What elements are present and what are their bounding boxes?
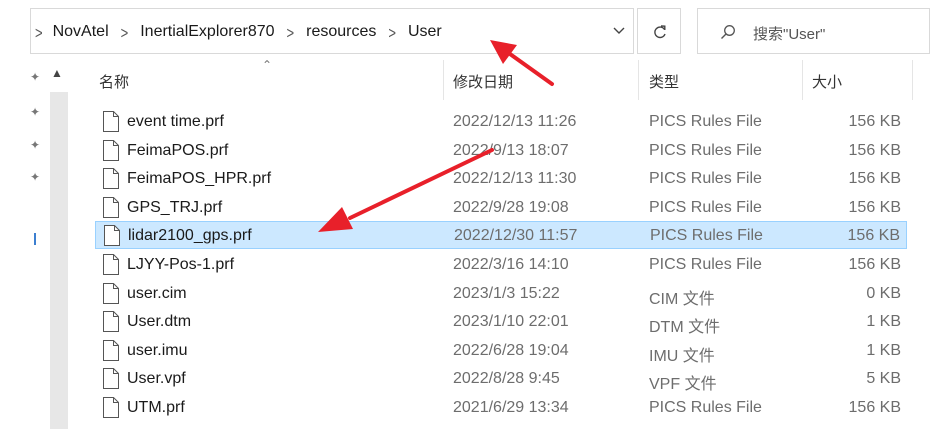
- nav-selection-mark: [34, 233, 36, 245]
- file-type: PICS Rules File: [649, 256, 762, 273]
- file-date: 2022/6/28 19:04: [453, 342, 569, 359]
- file-size: 1 KB: [866, 313, 901, 330]
- file-icon: [103, 311, 119, 332]
- file-icon: [103, 397, 119, 418]
- file-name: lidar2100_gps.prf: [128, 227, 252, 244]
- file-row[interactable]: UTM.prf 2021/6/29 13:34 PICS Rules File …: [95, 394, 907, 422]
- file-date: 2023/1/3 15:22: [453, 285, 560, 302]
- breadcrumb-item-user[interactable]: User: [408, 23, 442, 41]
- search-icon: [721, 25, 735, 39]
- file-date: 2022/8/28 9:45: [453, 370, 560, 387]
- file-type: DTM 文件: [649, 319, 721, 336]
- file-type: PICS Rules File: [650, 227, 763, 244]
- breadcrumb-separator-icon[interactable]: >: [388, 22, 396, 42]
- file-date: 2022/12/13 11:26: [453, 113, 577, 130]
- column-header-type[interactable]: 类型: [649, 60, 679, 102]
- file-type: IMU 文件: [649, 348, 715, 365]
- file-row[interactable]: User.dtm 2023/1/10 22:01 DTM 文件 1 KB: [95, 308, 907, 336]
- file-name: FeimaPOS.prf: [127, 142, 229, 159]
- file-icon: [104, 225, 120, 246]
- file-date: 2022/12/30 11:57: [454, 227, 578, 244]
- column-divider[interactable]: [638, 60, 639, 100]
- column-divider[interactable]: [443, 60, 444, 100]
- file-icon: [103, 140, 119, 161]
- file-icon: [103, 197, 119, 218]
- file-name: user.imu: [127, 342, 188, 359]
- address-bar[interactable]: > NovAtel > InertialExplorer870 > resour…: [30, 8, 634, 54]
- file-size: 156 KB: [848, 399, 901, 416]
- column-header-size[interactable]: 大小: [812, 60, 842, 102]
- search-placeholder: 搜索"User": [753, 26, 826, 43]
- file-name: User.vpf: [127, 370, 186, 387]
- chevron-down-icon[interactable]: [613, 24, 625, 36]
- column-divider[interactable]: [912, 60, 913, 100]
- scrollbar[interactable]: [50, 92, 68, 429]
- file-date: 2023/1/10 22:01: [453, 313, 569, 330]
- file-icon: [103, 340, 119, 361]
- file-date: 2022/3/16 14:10: [453, 256, 569, 273]
- file-size: 156 KB: [848, 170, 901, 187]
- file-icon: [103, 254, 119, 275]
- breadcrumb: > NovAtel > InertialExplorer870 > resour…: [31, 9, 442, 55]
- pin-icon[interactable]: ✦: [30, 105, 40, 119]
- file-name: GPS_TRJ.prf: [127, 199, 223, 216]
- file-name: LJYY-Pos-1.prf: [127, 256, 235, 273]
- file-name: user.cim: [127, 285, 187, 302]
- file-type: CIM 文件: [649, 291, 715, 308]
- file-type: PICS Rules File: [649, 170, 762, 187]
- file-type: PICS Rules File: [649, 142, 762, 159]
- file-size: 1 KB: [866, 342, 901, 359]
- file-row[interactable]: FeimaPOS.prf 2022/9/13 18:07 PICS Rules …: [95, 137, 907, 165]
- breadcrumb-separator-icon[interactable]: >: [35, 22, 43, 42]
- file-size: 156 KB: [848, 256, 901, 273]
- file-name: User.dtm: [127, 313, 192, 330]
- scroll-up-icon[interactable]: ▲: [51, 66, 63, 80]
- file-date: 2022/9/28 19:08: [453, 199, 569, 216]
- breadcrumb-item-novatel[interactable]: NovAtel: [53, 23, 109, 41]
- file-size: 156 KB: [848, 142, 901, 159]
- file-icon: [103, 283, 119, 304]
- file-date: 2022/9/13 18:07: [453, 142, 569, 159]
- file-size: 0 KB: [866, 285, 901, 302]
- file-name: event time.prf: [127, 113, 224, 130]
- file-size: 156 KB: [847, 227, 900, 244]
- file-row[interactable]: user.cim 2023/1/3 15:22 CIM 文件 0 KB: [95, 280, 907, 308]
- refresh-icon: [654, 25, 666, 39]
- refresh-button[interactable]: [637, 8, 681, 54]
- file-size: 5 KB: [866, 370, 901, 387]
- file-size: 156 KB: [848, 199, 901, 216]
- file-date: 2021/6/29 13:34: [453, 399, 569, 416]
- column-header-name[interactable]: 名称: [99, 60, 129, 102]
- file-icon: [103, 368, 119, 389]
- file-name: UTM.prf: [127, 399, 185, 416]
- breadcrumb-separator-icon[interactable]: >: [121, 22, 129, 42]
- file-name: FeimaPOS_HPR.prf: [127, 170, 272, 187]
- file-type: PICS Rules File: [649, 399, 762, 416]
- file-type: VPF 文件: [649, 376, 717, 393]
- file-row[interactable]: GPS_TRJ.prf 2022/9/28 19:08 PICS Rules F…: [95, 194, 907, 222]
- file-type: PICS Rules File: [649, 113, 762, 130]
- file-icon: [103, 168, 119, 189]
- breadcrumb-item-inertialexplorer[interactable]: InertialExplorer870: [140, 23, 274, 41]
- sort-ascending-icon: ⌃: [262, 58, 273, 72]
- file-row[interactable]: LJYY-Pos-1.prf 2022/3/16 14:10 PICS Rule…: [95, 251, 907, 279]
- file-row[interactable]: event time.prf 2022/12/13 11:26 PICS Rul…: [95, 108, 907, 136]
- breadcrumb-separator-icon[interactable]: >: [287, 22, 295, 42]
- file-row[interactable]: User.vpf 2022/8/28 9:45 VPF 文件 5 KB: [95, 365, 907, 393]
- file-size: 156 KB: [848, 113, 901, 130]
- file-row[interactable]: user.imu 2022/6/28 19:04 IMU 文件 1 KB: [95, 337, 907, 365]
- file-icon: [103, 111, 119, 132]
- column-header-date[interactable]: 修改日期: [453, 60, 513, 102]
- search-input[interactable]: 搜索"User": [697, 8, 930, 54]
- file-row-selected[interactable]: lidar2100_gps.prf 2022/12/30 11:57 PICS …: [95, 221, 907, 249]
- pin-icon[interactable]: ✦: [30, 70, 40, 84]
- file-row[interactable]: FeimaPOS_HPR.prf 2022/12/13 11:30 PICS R…: [95, 165, 907, 193]
- pin-icon[interactable]: ✦: [30, 138, 40, 152]
- file-type: PICS Rules File: [649, 199, 762, 216]
- file-date: 2022/12/13 11:30: [453, 170, 577, 187]
- pin-icon[interactable]: ✦: [30, 170, 40, 184]
- breadcrumb-item-resources[interactable]: resources: [306, 23, 376, 41]
- column-divider[interactable]: [802, 60, 803, 100]
